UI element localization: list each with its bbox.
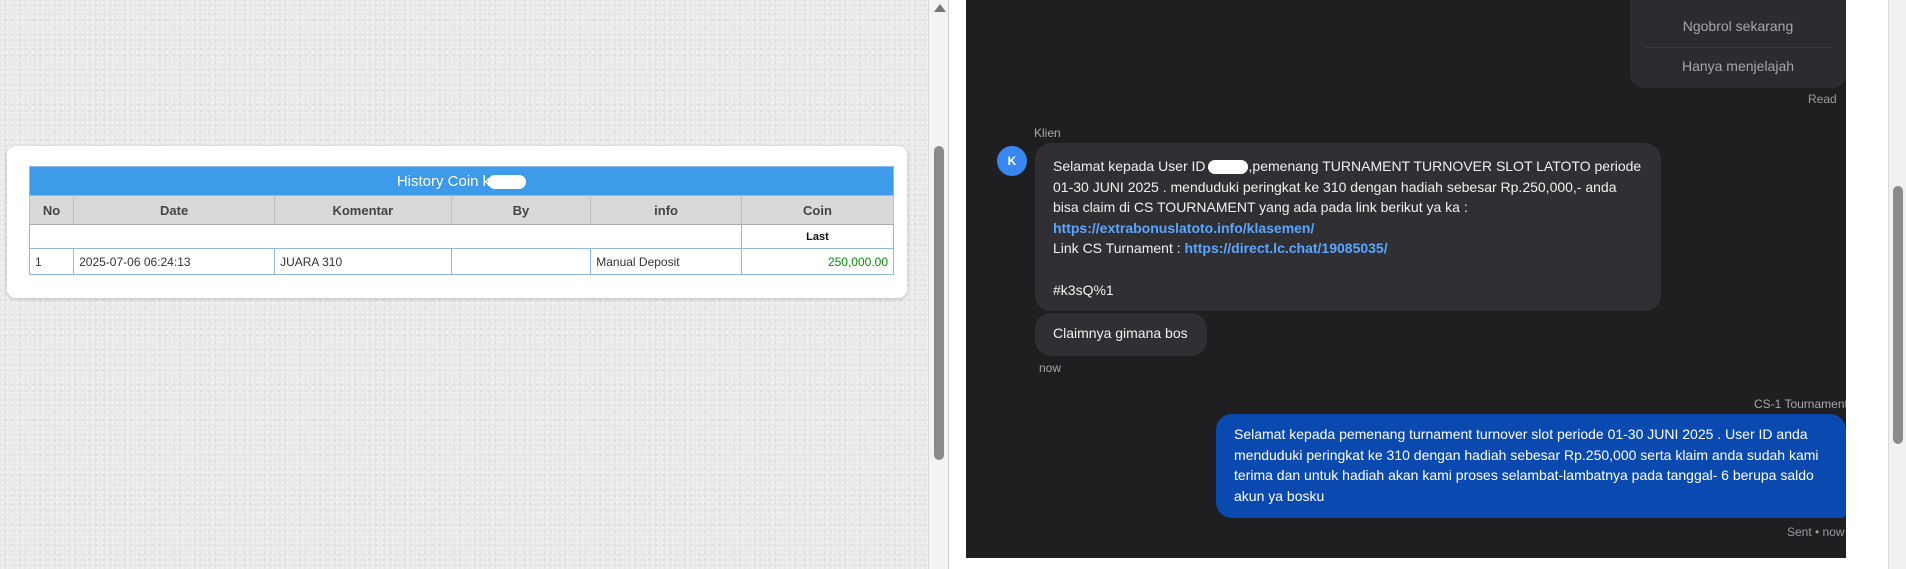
cell-no: 1 xyxy=(28,248,75,275)
agent-name-label: CS-1 Tournament xyxy=(1754,397,1846,411)
message-line: 01-30 JUNI 2025 . menduduki peringkat ke… xyxy=(1053,178,1617,195)
right-scrollbar-thumb[interactable] xyxy=(1893,186,1903,444)
sent-status: Sent • now xyxy=(1787,525,1845,539)
message-line: Selamat kepada User ID ,pemenang TURNAMEN… xyxy=(1053,158,1642,175)
livechat-link[interactable]: https://direct.lc.chat/19085035/ xyxy=(1185,240,1388,256)
quick-reply-options: Ngobrol sekarang Hanya menjelajah xyxy=(1630,0,1846,88)
cell-date: 2025-07-06 06:24:13 xyxy=(73,248,276,275)
sub-header-spacer xyxy=(29,224,742,249)
column-header-coin: Coin xyxy=(740,195,895,225)
column-header-komentar: Komentar xyxy=(274,195,452,225)
client-message-bubble-2: Claimnya gimana bos xyxy=(1035,313,1207,356)
right-scrollbar[interactable] xyxy=(1888,0,1906,569)
cell-info: Manual Deposit xyxy=(590,248,742,275)
history-coin-card: History Coin k No Date Komentar By info … xyxy=(7,146,907,298)
message-line: bisa claim di CS TOURNAMENT yang ada pad… xyxy=(1053,199,1468,216)
redacted-user-id xyxy=(1207,160,1248,175)
message-line: akun ya bosku xyxy=(1234,487,1325,504)
cell-coin: 250,000.00 xyxy=(740,248,895,275)
cell-by xyxy=(450,248,592,275)
chat-window: Ngobrol sekarang Hanya menjelajah Read K… xyxy=(966,0,1846,558)
column-header-date: Date xyxy=(73,195,276,225)
history-coin-table: History Coin k No Date Komentar By info … xyxy=(28,166,895,275)
read-receipt: Read xyxy=(1808,92,1837,106)
message-code: #k3sQ%1 xyxy=(1053,281,1114,298)
left-scrollbar[interactable] xyxy=(928,0,948,569)
klasemen-link[interactable]: https://extrabonuslatoto.info/klasemen/ xyxy=(1053,220,1314,236)
scroll-up-arrow-icon[interactable] xyxy=(934,4,946,12)
agent-message-bubble: Selamat kepada pemenang turnament turnov… xyxy=(1216,414,1846,518)
chat-bottom-edge xyxy=(966,558,1846,569)
client-message-time: now xyxy=(1039,361,1062,375)
option-ngobrol-sekarang[interactable]: Ngobrol sekarang xyxy=(1630,18,1846,34)
cell-komentar: JUARA 310 xyxy=(274,248,452,275)
redacted-username xyxy=(488,174,527,189)
table-title: History Coin k xyxy=(29,166,894,196)
client-name-label: Klien xyxy=(1034,126,1061,140)
message-line: https://extrabonuslatoto.info/klasemen/ xyxy=(1053,218,1643,239)
option-hanya-menjelajah[interactable]: Hanya menjelajah xyxy=(1630,58,1846,74)
column-header-info: info xyxy=(590,195,742,225)
message-line: Selamat kepada pemenang turnament turnov… xyxy=(1234,426,1808,442)
column-header-by: By xyxy=(450,195,592,225)
column-header-no: No xyxy=(28,195,75,225)
right-scroll-area xyxy=(1846,0,1906,569)
history-pane: History Coin k No Date Komentar By info … xyxy=(0,0,928,569)
sub-header-last: Last xyxy=(740,224,895,249)
client-message-bubble: Selamat kepada User ID ,pemenang TURNAMEN… xyxy=(1035,143,1661,311)
table-row: 1 2025-07-06 06:24:13 JUARA 310 Manual D… xyxy=(28,248,895,275)
table-title-text: History Coin k xyxy=(396,172,491,190)
pane-divider xyxy=(948,0,966,569)
message-line: terima dan untuk hadiah akan kami proses… xyxy=(1234,467,1814,484)
options-divider xyxy=(1644,47,1832,48)
message-line: Link CS Turnament : https://direct.lc.ch… xyxy=(1053,240,1388,257)
avatar: K xyxy=(997,146,1027,176)
left-scrollbar-thumb[interactable] xyxy=(934,146,944,460)
message-line: menduduki peringkat ke 310 dengan hadiah… xyxy=(1234,446,1819,463)
